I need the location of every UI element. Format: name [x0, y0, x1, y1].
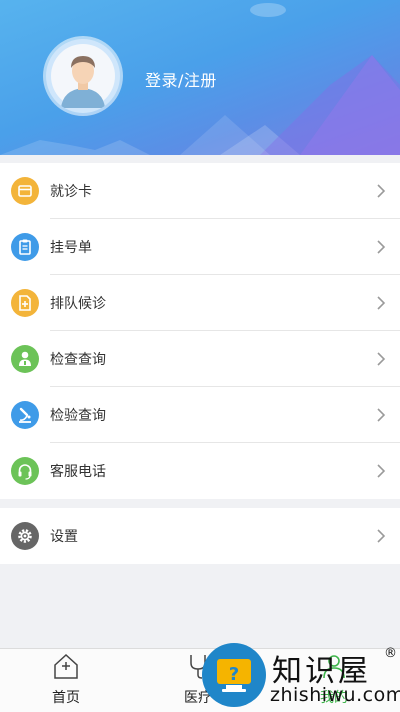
watermark-registered: ®	[384, 646, 397, 661]
microscope-icon	[11, 401, 39, 429]
menu-item-customer-service[interactable]: 客服电话	[0, 443, 400, 499]
user-avatar-icon	[51, 44, 115, 108]
svg-text:?: ?	[229, 664, 239, 685]
chevron-right-icon	[377, 464, 386, 478]
card-icon	[11, 177, 39, 205]
headset-icon	[11, 457, 39, 485]
chevron-right-icon	[377, 296, 386, 310]
menu-item-exam-query[interactable]: 检查查询	[0, 331, 400, 387]
menu-item-label: 客服电话	[50, 464, 106, 480]
home-icon	[54, 653, 78, 679]
menu-list: 就诊卡 挂号单 排队候诊 检查查询 检验查询 客服电话	[0, 163, 400, 499]
menu-item-registration[interactable]: 挂号单	[0, 219, 400, 275]
chevron-right-icon	[377, 529, 386, 543]
menu-item-lab-query[interactable]: 检验查询	[0, 387, 400, 443]
queue-doc-icon	[11, 289, 39, 317]
menu-item-label: 就诊卡	[50, 184, 92, 200]
settings-label: 设置	[50, 529, 78, 545]
doctor-icon	[11, 345, 39, 373]
profile-header: 登录/注册	[0, 0, 400, 155]
menu-item-card[interactable]: 就诊卡	[0, 163, 400, 219]
menu-item-label: 挂号单	[50, 240, 92, 256]
watermark-domain: zhishiwu.com	[270, 684, 400, 706]
help-monitor-icon: ?	[217, 659, 251, 692]
menu-item-label: 检查查询	[50, 352, 106, 368]
avatar[interactable]	[46, 39, 120, 113]
chevron-right-icon	[377, 184, 386, 198]
settings-section: 设置	[0, 508, 400, 564]
login-register-link[interactable]: 登录/注册	[145, 67, 217, 91]
tab-home-label: 首页	[52, 690, 80, 706]
clipboard-icon	[11, 233, 39, 261]
chevron-right-icon	[377, 352, 386, 366]
menu-item-label: 检验查询	[50, 408, 106, 424]
gear-icon	[11, 522, 39, 550]
menu-item-label: 排队候诊	[50, 296, 106, 312]
chevron-right-icon	[377, 408, 386, 422]
menu-item-queue[interactable]: 排队候诊	[0, 275, 400, 331]
tab-home[interactable]: 首页	[26, 651, 106, 707]
watermark-badge: ?	[202, 643, 266, 707]
menu-item-settings[interactable]: 设置	[0, 508, 400, 564]
chevron-right-icon	[377, 240, 386, 254]
